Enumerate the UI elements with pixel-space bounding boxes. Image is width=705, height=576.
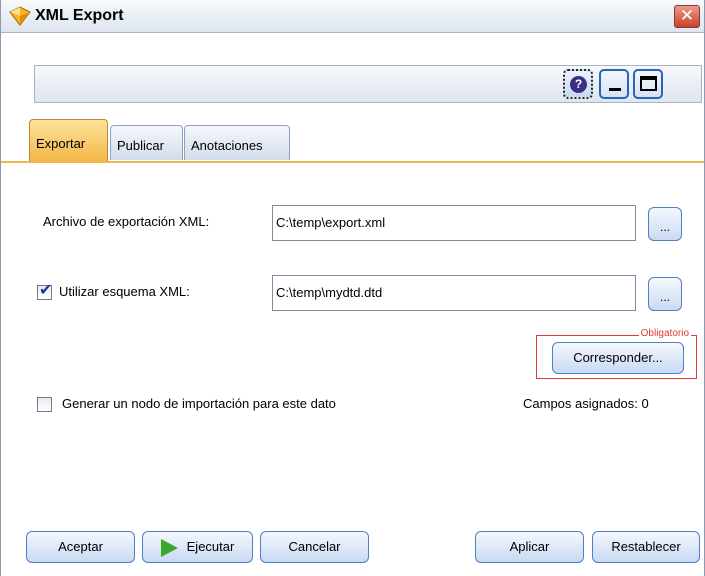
window-title: XML Export <box>35 7 124 24</box>
import-node-checkbox[interactable] <box>37 397 52 412</box>
schema-browse-button[interactable]: ... <box>648 277 682 311</box>
run-button[interactable]: Ejecutar <box>142 531 253 563</box>
tab-exportar-label: Exportar <box>36 136 86 151</box>
reset-label: Restablecer <box>611 539 681 554</box>
run-label: Ejecutar <box>186 539 235 554</box>
browse-ellipsis-icon: ... <box>659 290 670 304</box>
maximize-icon <box>640 76 657 91</box>
import-node-label: Generar un nodo de importación para este… <box>62 396 336 411</box>
checkmark-icon: ✔ <box>39 282 53 299</box>
cancel-label: Cancelar <box>288 539 341 554</box>
browse-ellipsis-icon: ... <box>659 220 670 234</box>
cancel-button[interactable]: Cancelar <box>260 531 369 563</box>
schema-checkbox[interactable]: ✔ <box>37 282 53 300</box>
tab-underline <box>1 161 704 163</box>
help-button[interactable]: ? <box>563 69 593 99</box>
schema-input[interactable]: C:\temp\mydtd.dtd <box>272 275 636 311</box>
xml-export-dialog: XML Export ✕ ? Exportar Publicar Anotaci… <box>0 0 705 576</box>
apply-button[interactable]: Aplicar <box>475 531 584 563</box>
export-file-label: Archivo de exportación XML: <box>43 214 210 229</box>
map-fields-button[interactable]: Corresponder... <box>552 342 684 374</box>
ok-label: Aceptar <box>58 539 103 554</box>
mandatory-label: Obligatorio <box>638 328 691 340</box>
title-bar[interactable]: XML Export ✕ <box>1 0 704 33</box>
reset-button[interactable]: Restablecer <box>592 531 700 563</box>
close-button[interactable]: ✕ <box>674 5 700 28</box>
node-icon <box>9 6 31 26</box>
minimize-button[interactable] <box>599 69 629 99</box>
tab-bar: Exportar Publicar Anotaciones <box>1 119 704 161</box>
help-icon: ? <box>570 76 587 93</box>
map-fields-label: Corresponder... <box>573 350 663 365</box>
maximize-button[interactable] <box>633 69 663 99</box>
tab-anotaciones-label: Anotaciones <box>191 138 263 153</box>
tab-publicar[interactable]: Publicar <box>110 125 183 160</box>
assigned-fields-count: Campos asignados: 0 <box>523 396 649 411</box>
toolbar: ? <box>34 65 702 103</box>
schema-checkbox-label: Utilizar esquema XML: <box>59 284 190 299</box>
tab-anotaciones[interactable]: Anotaciones <box>184 125 290 160</box>
export-file-input[interactable]: C:\temp\export.xml <box>272 205 636 241</box>
close-icon: ✕ <box>679 6 695 25</box>
ok-button[interactable]: Aceptar <box>26 531 135 563</box>
tab-publicar-label: Publicar <box>117 138 164 153</box>
export-file-browse-button[interactable]: ... <box>648 207 682 241</box>
tab-exportar[interactable]: Exportar <box>29 119 108 161</box>
run-icon <box>160 538 178 557</box>
apply-label: Aplicar <box>509 539 550 554</box>
minimize-icon <box>609 88 621 91</box>
